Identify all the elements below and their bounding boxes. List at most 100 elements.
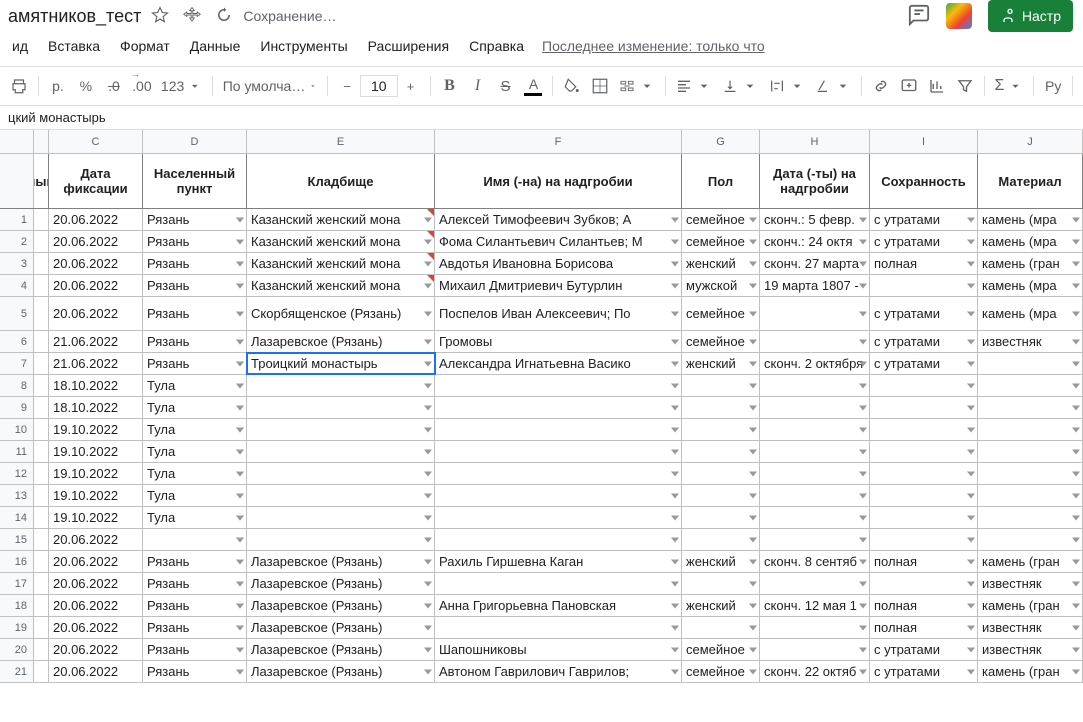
- cell[interactable]: с утратами: [870, 297, 978, 330]
- cell[interactable]: Поспелов Иван Алексеевич; По: [435, 297, 682, 330]
- formula-bar[interactable]: цкий монастырь: [0, 106, 1083, 130]
- cell[interactable]: 18.10.2022: [49, 375, 143, 396]
- dropdown-arrow-icon[interactable]: [1072, 647, 1080, 652]
- column-header[interactable]: [34, 130, 49, 153]
- font-size-decrease[interactable]: −: [334, 73, 360, 99]
- cell[interactable]: [870, 485, 978, 506]
- dropdown-arrow-icon[interactable]: [749, 283, 757, 288]
- cell[interactable]: Громовы: [435, 331, 682, 352]
- dropdown-arrow-icon[interactable]: [967, 361, 975, 366]
- cell[interactable]: [870, 507, 978, 528]
- dropdown-arrow-icon[interactable]: [1072, 217, 1080, 222]
- dropdown-arrow-icon[interactable]: [859, 537, 867, 542]
- row-number[interactable]: 20: [0, 639, 34, 660]
- cell[interactable]: [34, 551, 49, 572]
- dropdown-arrow-icon[interactable]: [236, 669, 244, 674]
- dropdown-arrow-icon[interactable]: [967, 515, 975, 520]
- cell[interactable]: [247, 441, 435, 462]
- dropdown-arrow-icon[interactable]: [1072, 581, 1080, 586]
- dropdown-arrow-icon[interactable]: [671, 515, 679, 520]
- dropdown-arrow-icon[interactable]: [1072, 537, 1080, 542]
- cell[interactable]: [34, 639, 49, 660]
- cell[interactable]: [760, 419, 870, 440]
- dropdown-arrow-icon[interactable]: [424, 603, 432, 608]
- dropdown-arrow-icon[interactable]: [236, 311, 244, 316]
- table-header-cell[interactable]: Материал: [978, 154, 1083, 208]
- cell[interactable]: [143, 529, 247, 550]
- cell[interactable]: Фома Силантьевич Силантьев; М: [435, 231, 682, 252]
- cell[interactable]: Рахиль Гиршевна Каган: [435, 551, 682, 572]
- font-size-increase[interactable]: +: [398, 73, 424, 99]
- cell[interactable]: [682, 507, 760, 528]
- dropdown-arrow-icon[interactable]: [671, 471, 679, 476]
- cell[interactable]: камень (гран: [978, 551, 1083, 572]
- row-number[interactable]: 18: [0, 595, 34, 616]
- dropdown-arrow-icon[interactable]: [236, 261, 244, 266]
- dropdown-arrow-icon[interactable]: [859, 217, 867, 222]
- dropdown-arrow-icon[interactable]: [967, 427, 975, 432]
- cell[interactable]: [682, 485, 760, 506]
- dropdown-arrow-icon[interactable]: [424, 515, 432, 520]
- dropdown-arrow-icon[interactable]: [1072, 493, 1080, 498]
- note-indicator-icon[interactable]: [427, 231, 434, 238]
- cell[interactable]: полная: [870, 595, 978, 616]
- column-header[interactable]: H: [760, 130, 870, 153]
- dropdown-arrow-icon[interactable]: [236, 581, 244, 586]
- cell[interactable]: [247, 397, 435, 418]
- cell[interactable]: женский: [682, 595, 760, 616]
- row-number[interactable]: 11: [0, 441, 34, 462]
- cell[interactable]: Тула: [143, 463, 247, 484]
- font-family-select[interactable]: По умолча…: [219, 73, 321, 99]
- dropdown-arrow-icon[interactable]: [967, 647, 975, 652]
- dropdown-arrow-icon[interactable]: [749, 647, 757, 652]
- cell[interactable]: камень (мра: [978, 231, 1083, 252]
- dropdown-arrow-icon[interactable]: [671, 493, 679, 498]
- dropdown-arrow-icon[interactable]: [424, 239, 432, 244]
- cell[interactable]: полная: [870, 551, 978, 572]
- note-indicator-icon[interactable]: [427, 275, 434, 282]
- cell[interactable]: 20.06.2022: [49, 529, 143, 550]
- dropdown-arrow-icon[interactable]: [671, 603, 679, 608]
- cell[interactable]: женский: [682, 551, 760, 572]
- dropdown-arrow-icon[interactable]: [859, 647, 867, 652]
- cell[interactable]: 18.10.2022: [49, 397, 143, 418]
- dropdown-arrow-icon[interactable]: [1072, 261, 1080, 266]
- cell[interactable]: [978, 463, 1083, 484]
- dropdown-arrow-icon[interactable]: [671, 261, 679, 266]
- dropdown-arrow-icon[interactable]: [236, 603, 244, 608]
- dropdown-arrow-icon[interactable]: [424, 383, 432, 388]
- cell[interactable]: [435, 485, 682, 506]
- cell[interactable]: 20.06.2022: [49, 639, 143, 660]
- cell[interactable]: [978, 485, 1083, 506]
- dropdown-arrow-icon[interactable]: [967, 283, 975, 288]
- cell[interactable]: [978, 419, 1083, 440]
- cell[interactable]: камень (мра: [978, 297, 1083, 330]
- cell[interactable]: Тула: [143, 375, 247, 396]
- merge-cells-button[interactable]: [615, 73, 659, 99]
- dropdown-arrow-icon[interactable]: [859, 405, 867, 410]
- cell[interactable]: Алексей Тимофеевич Зубков; А: [435, 209, 682, 230]
- text-wrap-button[interactable]: [765, 73, 809, 99]
- dropdown-arrow-icon[interactable]: [859, 283, 867, 288]
- cell[interactable]: Михаил Дмитриевич Бутурлин: [435, 275, 682, 296]
- dropdown-arrow-icon[interactable]: [1072, 603, 1080, 608]
- number-format-select[interactable]: 123: [157, 73, 206, 99]
- column-header[interactable]: C: [49, 130, 143, 153]
- dropdown-arrow-icon[interactable]: [424, 647, 432, 652]
- dropdown-arrow-icon[interactable]: [1072, 361, 1080, 366]
- cell[interactable]: Лазаревское (Рязань): [247, 661, 435, 682]
- dropdown-arrow-icon[interactable]: [424, 261, 432, 266]
- dropdown-arrow-icon[interactable]: [859, 449, 867, 454]
- dropdown-arrow-icon[interactable]: [749, 581, 757, 586]
- cell[interactable]: [34, 529, 49, 550]
- dropdown-arrow-icon[interactable]: [859, 339, 867, 344]
- cell[interactable]: [760, 463, 870, 484]
- cell[interactable]: Рязань: [143, 573, 247, 594]
- italic-button[interactable]: I: [464, 73, 490, 99]
- cell[interactable]: Лазаревское (Рязань): [247, 331, 435, 352]
- cell[interactable]: известняк: [978, 617, 1083, 638]
- cell[interactable]: [760, 639, 870, 660]
- cell[interactable]: Казанский женский мона: [247, 253, 435, 274]
- cell[interactable]: [870, 397, 978, 418]
- cell[interactable]: Троицкий монастырь: [247, 353, 435, 374]
